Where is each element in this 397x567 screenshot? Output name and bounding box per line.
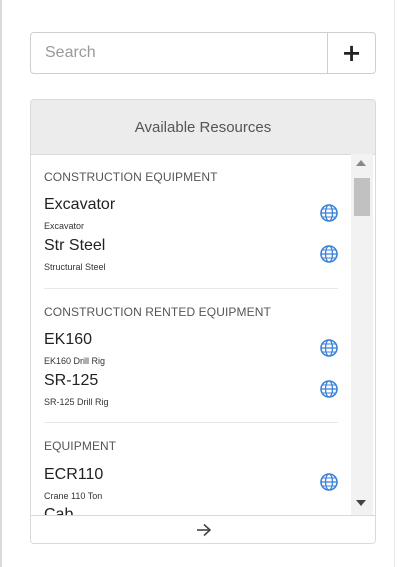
panel-title: Available Resources — [31, 100, 375, 155]
scroll-up-arrow-icon[interactable] — [356, 160, 366, 166]
globe-icon[interactable] — [319, 472, 339, 492]
resource-name[interactable]: Cab — [44, 506, 73, 515]
list-scrollbar[interactable] — [351, 154, 373, 515]
left-pane-border — [0, 0, 2, 567]
arrow-right-icon[interactable] — [196, 523, 212, 537]
section-title: EQUIPMENT — [44, 439, 117, 453]
globe-icon[interactable] — [319, 379, 339, 399]
globe-icon[interactable] — [319, 203, 339, 223]
section-title: CONSTRUCTION EQUIPMENT — [44, 170, 218, 184]
panel-footer[interactable] — [31, 515, 375, 543]
globe-icon[interactable] — [319, 244, 339, 264]
scroll-thumb[interactable] — [354, 178, 370, 216]
globe-icon[interactable] — [319, 338, 339, 358]
search-bar: + — [30, 32, 376, 74]
resource-subtitle: SR-125 Drill Rig — [44, 397, 109, 407]
section-title: CONSTRUCTION RENTED EQUIPMENT — [44, 305, 271, 319]
section-divider — [44, 422, 338, 423]
scroll-down-arrow-icon[interactable] — [356, 500, 366, 506]
resource-name[interactable]: ECR110 — [44, 466, 103, 484]
section-divider — [44, 288, 338, 289]
search-input[interactable] — [31, 33, 327, 73]
resource-name[interactable]: Excavator — [44, 196, 115, 214]
add-button[interactable]: + — [327, 33, 375, 73]
resource-subtitle: Crane 110 Ton — [44, 491, 103, 501]
resource-subtitle: Structural Steel — [44, 262, 106, 272]
resource-name[interactable]: EK160 — [44, 331, 92, 349]
resource-name[interactable]: Str Steel — [44, 237, 105, 255]
resource-subtitle: EK160 Drill Rig — [44, 356, 106, 366]
right-pane-border — [394, 0, 395, 567]
available-resources-panel: Available Resources CONSTRUCTION EQUIPME… — [30, 99, 376, 544]
resource-subtitle: Excavator — [44, 221, 85, 231]
resource-name[interactable]: SR-125 — [44, 372, 98, 390]
resource-list[interactable]: CONSTRUCTION EQUIPMENT Excavator Excavat… — [31, 154, 375, 515]
